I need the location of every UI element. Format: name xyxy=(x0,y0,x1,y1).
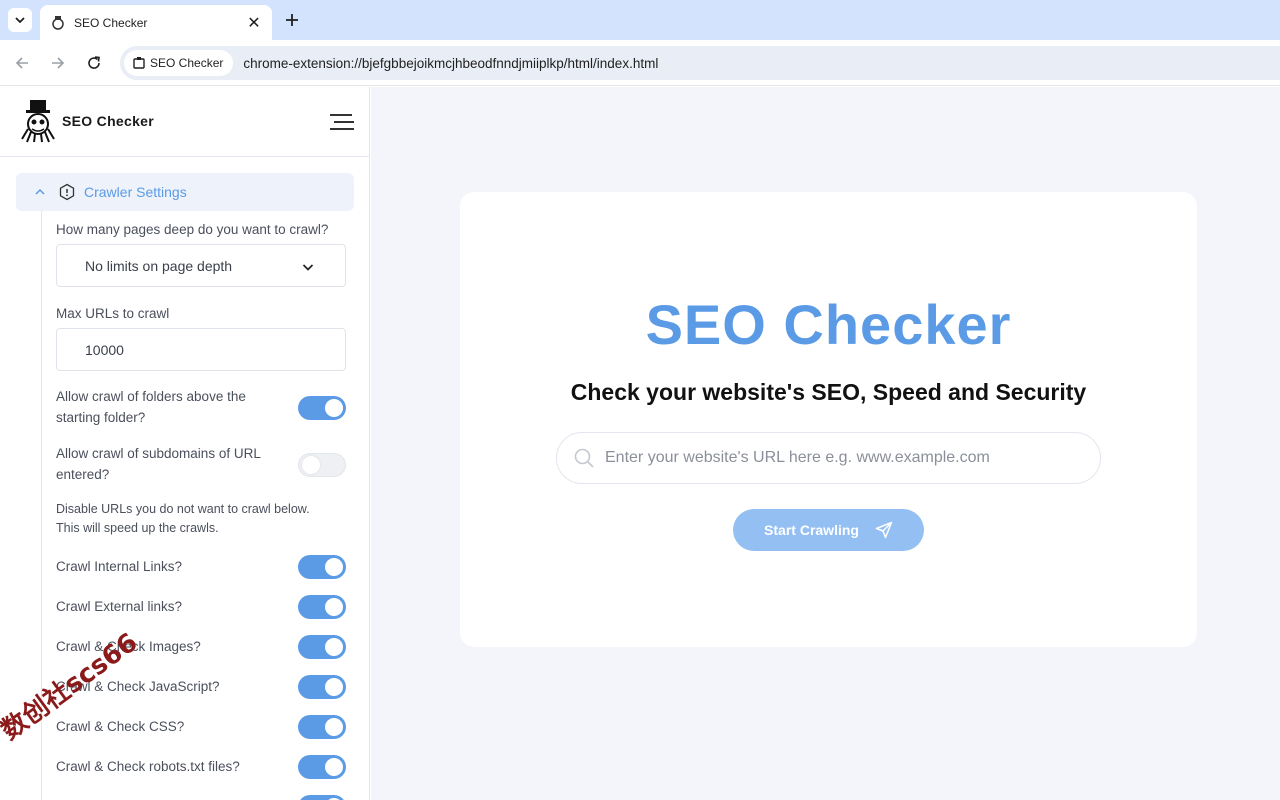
hero-title: SEO Checker xyxy=(645,293,1012,356)
menu-icon[interactable] xyxy=(328,113,354,131)
external-links-toggle[interactable] xyxy=(298,595,346,619)
internal-links-toggle[interactable] xyxy=(298,555,346,579)
close-tab-icon[interactable]: ✕ xyxy=(246,15,262,32)
sidebar-header: SEO Checker xyxy=(0,87,369,157)
arrow-right-icon xyxy=(52,57,65,69)
chevron-down-icon xyxy=(15,17,25,24)
subdomains-toggle[interactable] xyxy=(298,453,346,477)
css-toggle[interactable] xyxy=(298,715,346,739)
chevron-up-icon xyxy=(35,188,45,195)
reload-button[interactable] xyxy=(82,51,106,75)
option-label: Crawl & Check CSS? xyxy=(56,719,185,734)
robots-toggle[interactable] xyxy=(298,755,346,779)
search-card: SEO Checker Check your website's SEO, Sp… xyxy=(460,192,1197,647)
site-info-chip[interactable]: SEO Checker xyxy=(124,50,234,76)
hero-subtitle: Check your website's SEO, Speed and Secu… xyxy=(570,379,1087,405)
forward-button[interactable] xyxy=(46,51,70,75)
arrow-left-icon xyxy=(15,57,28,69)
javascript-toggle[interactable] xyxy=(298,675,346,699)
start-crawling-label: Start Crawling xyxy=(764,522,859,538)
max-urls-label: Max URLs to crawl xyxy=(56,306,170,321)
next-option-toggle[interactable] xyxy=(298,795,346,800)
search-icon xyxy=(574,448,594,468)
send-icon xyxy=(875,521,893,539)
tab-title: SEO Checker xyxy=(74,15,148,30)
max-urls-input[interactable]: 10000 xyxy=(56,328,346,371)
disable-note: Disable URLs you do not want to crawl be… xyxy=(56,502,310,535)
tab-search-button[interactable] xyxy=(8,8,32,32)
depth-value: No limits on page depth xyxy=(85,257,233,274)
start-crawling-button[interactable]: Start Crawling xyxy=(733,509,924,551)
tab-strip: SEO Checker ✕ xyxy=(0,0,1280,40)
url-text[interactable]: chrome-extension://bjefgbbejoikmcjhbeodf… xyxy=(243,56,658,71)
chevron-down-icon xyxy=(302,264,314,271)
address-bar[interactable]: SEO Checker chrome-extension://bjefgbbej… xyxy=(120,46,1280,80)
option-label: Crawl Internal Links? xyxy=(56,559,183,574)
info-hexagon-icon xyxy=(59,183,75,201)
option-label: Crawl & Check robots.txt files? xyxy=(56,759,240,774)
max-urls-value: 10000 xyxy=(85,341,124,358)
browser-tab[interactable]: SEO Checker ✕ xyxy=(40,5,272,40)
reload-icon xyxy=(88,56,100,69)
plus-icon xyxy=(286,14,298,26)
logo-icon xyxy=(21,100,55,143)
url-search-box[interactable] xyxy=(556,432,1101,484)
main-area: SEO Checker Check your website's SEO, Sp… xyxy=(371,87,1280,800)
section-label: Crawler Settings xyxy=(84,184,187,200)
crawler-settings-header[interactable]: Crawler Settings xyxy=(16,173,354,211)
brand-name: SEO Checker xyxy=(62,113,155,129)
depth-label: How many pages deep do you want to crawl… xyxy=(56,222,329,237)
favicon-icon xyxy=(52,15,64,30)
option-label: Crawl External links? xyxy=(56,599,183,614)
url-input[interactable] xyxy=(605,449,1075,467)
depth-select[interactable]: No limits on page depth xyxy=(56,244,346,287)
folders-toggle[interactable] xyxy=(298,396,346,420)
chip-label: SEO Checker xyxy=(150,56,224,70)
back-button[interactable] xyxy=(10,51,34,75)
browser-toolbar: SEO Checker chrome-extension://bjefgbbej… xyxy=(0,40,1280,86)
folders-label: Allow crawl of folders above the startin… xyxy=(56,389,246,425)
images-toggle[interactable] xyxy=(298,635,346,659)
subdomains-label: Allow crawl of subdomains of URL entered… xyxy=(56,446,261,482)
new-tab-button[interactable] xyxy=(282,10,302,30)
extension-icon xyxy=(133,57,145,69)
